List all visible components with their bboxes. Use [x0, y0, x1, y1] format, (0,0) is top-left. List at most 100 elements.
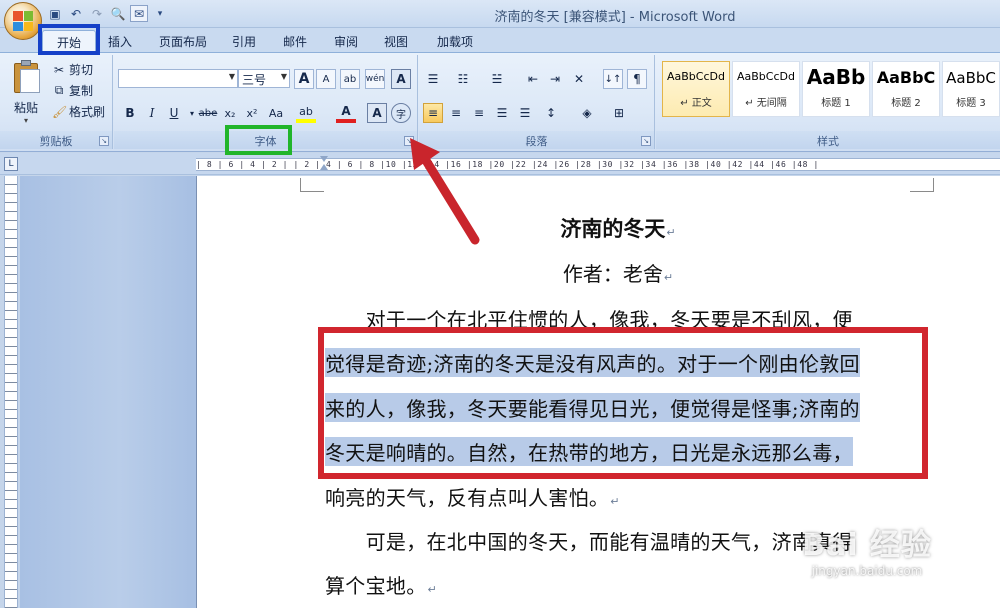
tab-references[interactable]: 引用 [224, 30, 264, 52]
shrink-font-button[interactable]: A [316, 69, 336, 89]
clipboard-launcher-icon[interactable]: ↘ [99, 136, 109, 146]
style-heading-1[interactable]: AaBb 标题 1 [802, 61, 870, 117]
font-size-value: 三号 [242, 73, 267, 87]
paragraph-mark-icon: ↵ [427, 583, 438, 596]
style-no-spacing[interactable]: AaBbCcDd ↵ 无间隔 [732, 61, 800, 117]
style-no-spacing-name: ↵ 无间隔 [745, 98, 787, 109]
highlight-button[interactable]: ab [296, 103, 316, 123]
paste-label: 粘贴 [13, 101, 38, 115]
grow-font-button[interactable]: A [294, 69, 314, 89]
tab-addins[interactable]: 加载项 [428, 30, 482, 52]
strikethrough-button[interactable]: abe [198, 103, 218, 123]
font-group-highlight [225, 125, 292, 155]
shading-icon[interactable]: ◈ [577, 103, 597, 123]
justify-icon[interactable]: ☰ [492, 103, 512, 123]
tab-stop-selector[interactable]: L [4, 157, 18, 171]
vertical-ruler[interactable] [4, 176, 18, 608]
change-case-button[interactable]: Aa [266, 103, 286, 123]
phonetic-guide-button[interactable]: wén [365, 69, 385, 89]
text-line[interactable]: 响亮的天气，反有点叫人害怕。↵ [325, 482, 620, 511]
baidu-watermark: Bai 经验 jingyan.baidu.com [752, 520, 982, 600]
char-shading-button[interactable]: A [367, 103, 387, 123]
increase-indent-icon[interactable]: ⇥ [545, 69, 565, 89]
tab-insert[interactable]: 插入 [100, 30, 140, 52]
chinese-layout-icon[interactable]: ✕ [569, 69, 589, 89]
paragraph-mark-icon: ↵ [666, 226, 676, 239]
italic-button[interactable]: I [142, 103, 162, 123]
multilevel-list-icon[interactable]: ☱ [487, 69, 507, 89]
paragraph-launcher-icon[interactable]: ↘ [641, 136, 651, 146]
office-logo-icon [13, 11, 33, 31]
paste-dropdown-icon[interactable]: ▾ [6, 116, 46, 125]
styles-group: AaBbCcDd ↵ 正文 AaBbCcDd ↵ 无间隔 AaBb 标题 1 A… [656, 55, 1000, 149]
tab-mailings[interactable]: 邮件 [275, 30, 315, 52]
superscript-button[interactable]: x² [242, 103, 262, 123]
style-heading-2-sample: AaBbC [876, 68, 936, 87]
enclose-char-button[interactable]: 字 [391, 103, 411, 123]
paragraph-mark-icon: ↵ [610, 495, 620, 508]
document-author-text: 作者：老舍 [562, 262, 663, 286]
font-name-combo[interactable]: ▼ [118, 69, 238, 88]
style-heading-3-sample: AaBbC [946, 69, 996, 87]
font-size-combo[interactable]: 三号 ▼ [238, 69, 290, 88]
format-painter-button[interactable]: 🖌 格式刷 [52, 103, 105, 120]
subscript-button[interactable]: x₂ [220, 103, 240, 123]
show-marks-icon[interactable]: ¶ [627, 69, 647, 89]
align-left-icon[interactable]: ≡ [423, 103, 443, 123]
align-center-icon[interactable]: ≡ [446, 103, 466, 123]
style-heading-3-name: 标题 3 [956, 98, 986, 109]
clear-format-button[interactable]: ab [340, 69, 360, 89]
document-title-text: 济南的冬天 [560, 216, 666, 241]
text-line[interactable]: 算个宝地。↵ [325, 570, 437, 599]
font-color-button[interactable]: A [336, 103, 356, 123]
selection-highlight-box [318, 327, 928, 479]
cut-label: 剪切 [69, 63, 94, 77]
borders-icon[interactable]: ⊞ [609, 103, 629, 123]
style-heading-1-sample: AaBb [806, 65, 866, 89]
distributed-icon[interactable]: ☰ [515, 103, 535, 123]
sort-icon[interactable]: ↓↑ [603, 69, 623, 89]
bullets-icon[interactable]: ☰ [423, 69, 443, 89]
style-normal[interactable]: AaBbCcDd ↵ 正文 [662, 61, 730, 117]
line-spacing-icon[interactable]: ↕ [541, 103, 561, 123]
document-author[interactable]: 作者：老舍↵ [500, 258, 736, 287]
decrease-indent-icon[interactable]: ⇤ [523, 69, 543, 89]
style-normal-sample: AaBbCcDd [667, 70, 725, 83]
brush-icon: 🖌 [52, 104, 68, 119]
style-heading-1-name: 标题 1 [821, 98, 851, 109]
window-title: 济南的冬天 [兼容模式] - Microsoft Word [494, 10, 736, 25]
style-heading-3[interactable]: AaBbC 标题 3 [942, 61, 1000, 117]
clipboard-group: 粘贴 ▾ ✂ 剪切 ⧉ 复制 🖌 格式刷 剪贴板 ↘ [0, 55, 113, 149]
horizontal-ruler[interactable]: | 8 | 6 | 4 | 2 | | 2 | 4 | 6 | 8 |10 |1… [196, 158, 1000, 171]
ribbon-tabs: 开始 插入 页面布局 引用 邮件 审阅 视图 加载项 [0, 28, 1000, 52]
style-normal-name: ↵ 正文 [680, 98, 712, 109]
watermark-sub: jingyan.baidu.com [811, 564, 923, 578]
document-title[interactable]: 济南的冬天↵ [500, 213, 736, 243]
indent-marker-icon[interactable] [320, 156, 328, 172]
tab-page-layout[interactable]: 页面布局 [152, 30, 214, 52]
clipboard-group-label: 剪贴板 [0, 131, 112, 149]
format-painter-label: 格式刷 [69, 105, 106, 119]
text-line-content: 算个宝地。 [325, 574, 427, 598]
cut-button[interactable]: ✂ 剪切 [52, 61, 93, 78]
font-name-dropdown-icon: ▼ [228, 72, 235, 81]
underline-button[interactable]: U [164, 103, 184, 123]
align-right-icon[interactable]: ≡ [469, 103, 489, 123]
ruler-ticks: | 8 | 6 | 4 | 2 | | 2 | 4 | 6 | 8 |10 |1… [196, 160, 819, 169]
numbering-icon[interactable]: ☷ [453, 69, 473, 89]
text-line-content: 响亮的天气，反有点叫人害怕。 [325, 486, 610, 510]
paragraph-mark-icon: ↵ [663, 271, 674, 284]
styles-group-label: 样式 [656, 131, 1000, 149]
copy-button[interactable]: ⧉ 复制 [52, 82, 93, 99]
bold-button[interactable]: B [120, 103, 140, 123]
style-no-spacing-sample: AaBbCcDd [737, 70, 795, 83]
office-button[interactable] [4, 2, 42, 40]
paste-button[interactable]: 粘贴 ▾ [6, 59, 46, 129]
char-border-button[interactable]: A [391, 69, 411, 89]
tab-review[interactable]: 审阅 [326, 30, 366, 52]
tab-view[interactable]: 视图 [376, 30, 416, 52]
watermark-main: Bai 经验 [802, 528, 932, 563]
style-heading-2[interactable]: AaBbC 标题 2 [872, 61, 940, 117]
copy-label: 复制 [69, 84, 94, 98]
margin-corner-left [300, 178, 324, 192]
